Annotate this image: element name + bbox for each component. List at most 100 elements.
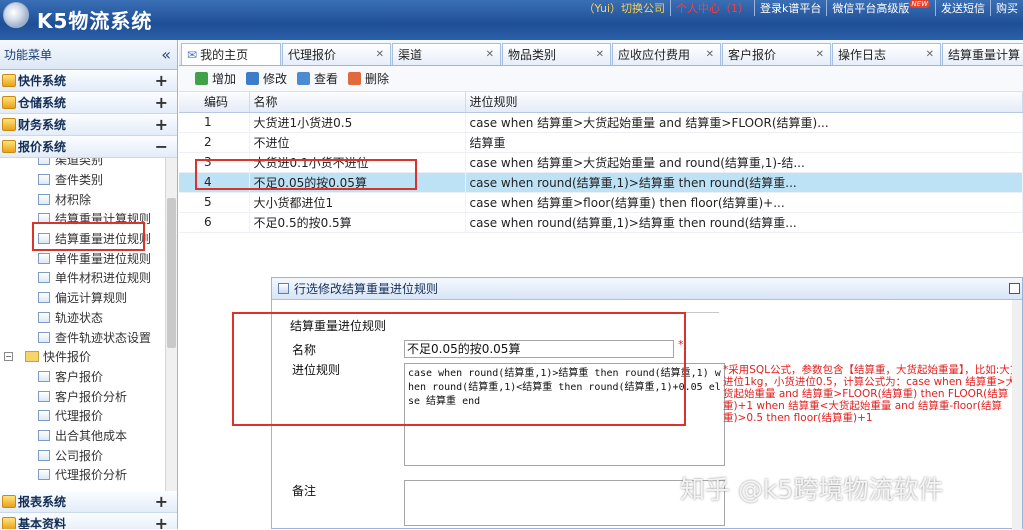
app-logo-icon (3, 2, 29, 28)
wechat-platform-link[interactable]: 微信平台高级版 NEW (826, 0, 935, 16)
add-label: 增加 (212, 72, 237, 86)
tree-item[interactable]: 公司报价 (0, 445, 177, 465)
close-tab-icon[interactable]: ✕ (376, 49, 384, 60)
tab-label: 代理报价 (288, 48, 337, 62)
tree-item[interactable]: 代理报价分析 (0, 465, 177, 485)
tab[interactable]: 结算重量计算✕ (942, 43, 1023, 65)
tab[interactable]: 应收应付费用 ✕ (612, 43, 721, 65)
tree-item[interactable]: 材积除 (0, 189, 177, 209)
switch-company-link[interactable]: （Yui）切换公司 (579, 0, 671, 16)
tree-item-label: 查件类别 (55, 173, 104, 188)
sidebar-group-label: 财务系统 (18, 118, 67, 132)
sidebar-scrollbar[interactable] (165, 158, 177, 491)
annotation-box-row (195, 159, 417, 190)
table-row[interactable]: 1 大货进1小货进0.5 case when 结算重>大货起始重量 and 结算重>… (179, 112, 1023, 133)
tab-label: 应收应付费用 (618, 48, 691, 62)
top-bar: K5物流系统 （Yui）切换公司 个人中心（1） 登录k谱平台 微信平台高级版 N… (0, 0, 1023, 40)
page-icon (38, 311, 50, 323)
table-row[interactable]: 5 大小货都进位1 case when 结算重>floor(结算重) then fl… (179, 192, 1023, 213)
tree-item[interactable]: 单件材积进位规则 (0, 268, 177, 288)
expand-toggle-icon[interactable]: − (155, 137, 168, 156)
send-sms-link[interactable]: 发送短信 (935, 0, 990, 16)
tree-item[interactable]: 客户报价 (0, 367, 177, 387)
expand-toggle-icon[interactable]: + (155, 115, 168, 134)
sidebar-groups-top: 快件系统 + 仓储系统 + 财务系统 + 报价系统 − (0, 70, 177, 158)
close-tab-icon[interactable]: ✕ (596, 49, 604, 60)
expand-toggle-icon[interactable]: + (155, 93, 168, 112)
tree-item[interactable]: 查件类别 (0, 170, 177, 190)
close-tab-icon[interactable]: ✕ (486, 49, 494, 60)
page-icon (38, 449, 50, 461)
col-header-code[interactable]: 编码 (179, 92, 250, 113)
sidebar-group[interactable]: 仓储系统 + (0, 92, 177, 114)
cell-rule: case when 结算重>大货起始重量 and round(结算重,1)-结.… (465, 152, 1023, 173)
tree-item[interactable]: 出合其他成本 (0, 426, 177, 446)
tree-item[interactable]: 客户报价分析 (0, 386, 177, 406)
tree-item[interactable]: 代理报价 (0, 406, 177, 426)
sidebar-scroll-thumb[interactable] (167, 198, 176, 348)
cell-rule: case when round(结算重,1)>结算重 then round(结算… (465, 172, 1023, 193)
close-tab-icon[interactable]: ✕ (926, 49, 934, 60)
tree-item-label: 客户报价 (55, 369, 104, 384)
cell-rule: case when 结算重>floor(结算重) then floor(结算重)… (465, 192, 1023, 213)
tab[interactable]: ✉ 我的主页 (181, 43, 281, 65)
new-badge: NEW (909, 0, 930, 8)
edit-button[interactable]: 修改 (246, 70, 287, 87)
expand-toggle-icon[interactable]: + (155, 492, 168, 511)
sidebar-group[interactable]: 快件系统 + (0, 70, 177, 92)
sidebar-group[interactable]: 基本资料 + (0, 513, 177, 529)
cell-code: 6 (179, 212, 250, 233)
remark-textarea[interactable] (404, 480, 725, 526)
k-platform-link[interactable]: 登录k谱平台 (754, 0, 826, 16)
tree-item[interactable]: 渠道类别 (0, 158, 177, 170)
buy-link[interactable]: 购买 (990, 0, 1023, 16)
top-nav: （Yui）切换公司 个人中心（1） 登录k谱平台 微信平台高级版 NEW 发送短信… (579, 0, 1023, 16)
add-button[interactable]: 增加 (195, 70, 236, 87)
personal-center-link[interactable]: 个人中心（1） (670, 0, 754, 16)
tree-item[interactable]: 查件轨迹状态设置 (0, 327, 177, 347)
dialog-scrollbar[interactable] (1012, 300, 1022, 530)
delete-button[interactable]: 删除 (348, 70, 389, 87)
wechat-platform-label: 微信平台高级版 (832, 2, 910, 15)
tree-collapse-icon[interactable]: − (4, 352, 13, 362)
view-button[interactable]: 查看 (297, 70, 338, 87)
expand-toggle-icon[interactable]: + (155, 71, 168, 90)
dialog-window-icon (278, 283, 289, 294)
close-tab-icon[interactable]: ✕ (706, 49, 714, 60)
tab[interactable]: 客户报价 ✕ (722, 43, 831, 65)
col-header-rule[interactable]: 进位规则 (465, 92, 1023, 113)
col-header-name[interactable]: 名称 (249, 92, 466, 113)
page-icon (38, 292, 50, 304)
tree-item-label: 渠道类别 (55, 158, 104, 168)
tab[interactable]: 操作日志 ✕ (832, 43, 941, 65)
delete-icon (348, 72, 362, 85)
sidebar-group[interactable]: 财务系统 + (0, 114, 177, 136)
tree-item[interactable]: 单件重量进位规则 (0, 248, 177, 268)
tab[interactable]: 物品类别 ✕ (502, 43, 611, 65)
sidebar-tree: 渠道类别 查件类别 材积除 结算重量计算规则 结算重量进位规则 单件重量进位规则 单件材积进… (0, 158, 177, 491)
sidebar-group[interactable]: 报价系统 − (0, 136, 177, 158)
tree-item[interactable]: 轨迹状态 (0, 308, 177, 328)
sidebar-group-label-wrap: 报价系统 (2, 138, 66, 155)
tree-folder[interactable]: − 快件报价 (0, 347, 177, 367)
tab[interactable]: 代理报价 ✕ (282, 43, 391, 65)
annotation-box-dialog (232, 312, 686, 426)
collapse-sidebar-icon[interactable]: « (161, 45, 171, 64)
tab[interactable]: 渠道 ✕ (392, 43, 501, 65)
table-row[interactable]: 2 不进位 结算重 (179, 132, 1023, 153)
expand-toggle-icon[interactable]: + (155, 514, 168, 529)
k-platform-label: 登录k谱平台 (760, 2, 822, 15)
sidebar-group[interactable]: 报表系统 + (0, 491, 177, 513)
maximize-icon[interactable] (1009, 283, 1020, 294)
sidebar-group-label: 快件系统 (18, 74, 67, 88)
close-tab-icon[interactable]: ✕ (816, 49, 824, 60)
tab-label: 渠道 (398, 48, 423, 62)
tree-item[interactable]: 偏远计算规则 (0, 288, 177, 308)
cell-name: 大货进1小货进0.5 (249, 112, 466, 133)
home-icon: ✉ (187, 48, 198, 62)
table-row[interactable]: 6 不足0.5的按0.5算 case when round(结算重,1)>结算重 t… (179, 212, 1023, 233)
page-icon (38, 469, 50, 481)
page-icon (38, 193, 50, 205)
sidebar-group-label-wrap: 财务系统 (2, 116, 66, 133)
sidebar-group-label: 报表系统 (18, 495, 67, 509)
